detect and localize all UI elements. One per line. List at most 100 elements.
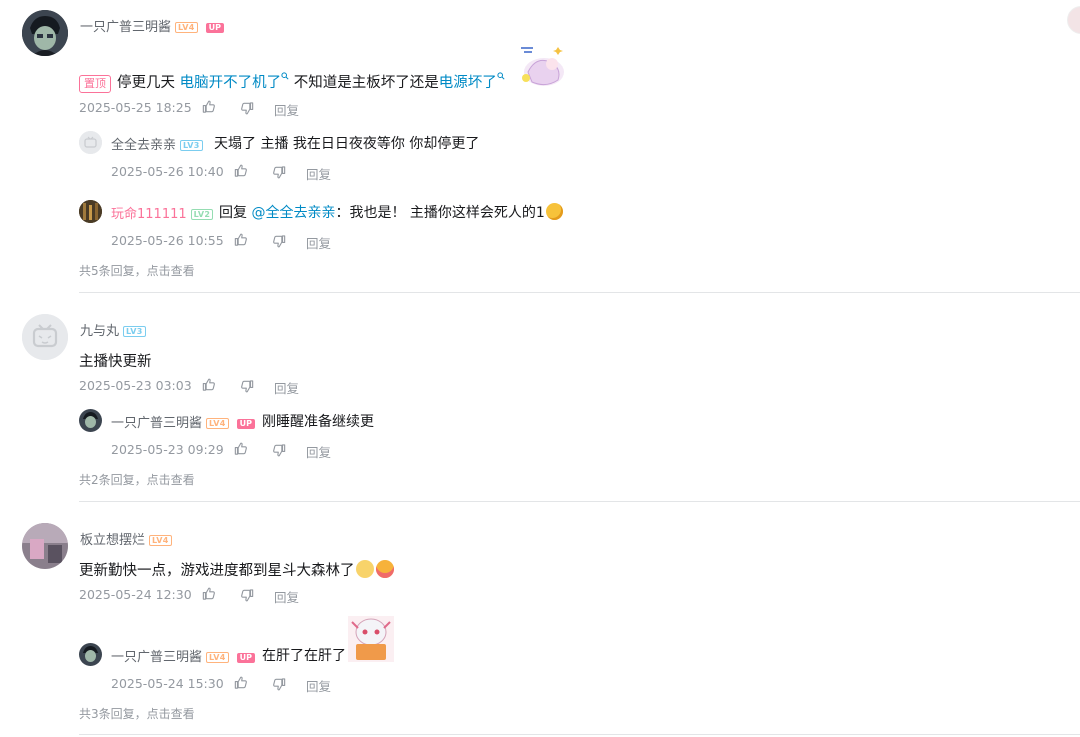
- comment-author[interactable]: 一只广普三明酱 LV4 UP: [80, 16, 225, 35]
- search-link-icon: [497, 72, 505, 80]
- level-badge: LV4: [206, 418, 229, 429]
- avatar[interactable]: [79, 409, 102, 432]
- comment-content: 更新勤快一点，游戏进度都到星斗大森林了: [79, 559, 394, 580]
- sticker-image: [518, 42, 568, 90]
- reply-author[interactable]: 玩命111111 LV2: [111, 203, 214, 222]
- username[interactable]: 板立想摆烂: [80, 533, 145, 548]
- dislike-icon: [240, 379, 255, 394]
- view-more-replies[interactable]: 共2条回复，点击查看: [79, 471, 195, 488]
- username[interactable]: 全全去亲亲: [111, 138, 176, 153]
- reply-button[interactable]: 回复: [274, 100, 299, 119]
- timestamp: 2025-05-26 10:40: [111, 164, 224, 179]
- like-button[interactable]: [233, 163, 248, 178]
- up-badge: UP: [205, 22, 225, 33]
- username[interactable]: 一只广普三明酱: [111, 650, 202, 665]
- avatar[interactable]: [22, 10, 68, 56]
- search-link[interactable]: 电源坏了: [439, 75, 505, 91]
- dislike-icon: [272, 234, 287, 249]
- view-more-replies[interactable]: 共3条回复，点击查看: [79, 705, 195, 722]
- dislike-icon: [240, 101, 255, 116]
- emoji-icon: [355, 560, 374, 578]
- dislike-button[interactable]: [272, 677, 287, 692]
- level-badge: LV3: [180, 140, 203, 151]
- divider: [79, 501, 1080, 502]
- timestamp: 2025-05-23 09:29: [111, 442, 224, 457]
- dislike-button[interactable]: [240, 588, 255, 603]
- dislike-button[interactable]: [272, 443, 287, 458]
- like-icon: [233, 232, 248, 247]
- reply-button[interactable]: 回复: [306, 676, 331, 695]
- like-icon: [233, 163, 248, 178]
- comment-author[interactable]: 九与丸 LV3: [80, 320, 146, 339]
- dislike-button[interactable]: [272, 234, 287, 249]
- dislike-button[interactable]: [272, 165, 287, 180]
- like-button[interactable]: [201, 377, 216, 392]
- dislike-icon: [272, 165, 287, 180]
- like-icon: [233, 441, 248, 456]
- level-badge: LV4: [206, 652, 229, 663]
- avatar[interactable]: [79, 131, 102, 154]
- timestamp: 2025-05-23 03:03: [79, 378, 192, 393]
- like-icon: [201, 377, 216, 392]
- comment-author[interactable]: 板立想摆烂 LV4: [80, 529, 172, 548]
- like-button[interactable]: [233, 232, 248, 247]
- emoji-icon: [375, 560, 394, 578]
- reply-button[interactable]: 回复: [274, 378, 299, 397]
- dislike-button[interactable]: [240, 379, 255, 394]
- reply-button[interactable]: 回复: [274, 587, 299, 606]
- reply-text: 刚睡醒准备继续更: [262, 414, 374, 430]
- pinned-badge: 置顶: [79, 75, 111, 93]
- search-link[interactable]: 电脑开不了机了: [180, 75, 290, 91]
- like-button[interactable]: [233, 675, 248, 690]
- avatar[interactable]: [22, 314, 68, 360]
- reply-button[interactable]: 回复: [306, 233, 331, 252]
- reply-text: 在肝了在肝了: [262, 648, 346, 664]
- dislike-button[interactable]: [240, 101, 255, 116]
- comment-text: 主播快更新: [79, 354, 152, 370]
- level-badge: LV2: [190, 209, 214, 220]
- avatar[interactable]: [79, 200, 102, 223]
- comment-meta: 2025-05-25 18:25: [79, 100, 192, 115]
- emoji-icon: [545, 203, 563, 220]
- username[interactable]: 一只广普三明酱: [111, 416, 202, 431]
- like-icon: [201, 99, 216, 114]
- timestamp: 2025-05-25 18:25: [79, 100, 192, 115]
- view-more-replies[interactable]: 共5条回复，点击查看: [79, 262, 195, 279]
- avatar[interactable]: [1067, 6, 1080, 34]
- timestamp: 2025-05-24 15:30: [111, 676, 224, 691]
- username[interactable]: 玩命111111: [111, 207, 187, 222]
- username[interactable]: 一只广普三明酱: [80, 20, 171, 35]
- mention-link[interactable]: @全全去亲亲: [251, 205, 335, 221]
- avatar[interactable]: [22, 523, 68, 569]
- reply-button[interactable]: 回复: [306, 164, 331, 183]
- username[interactable]: 九与丸: [80, 324, 119, 339]
- tv-placeholder-icon: [22, 314, 68, 360]
- level-badge: LV3: [123, 326, 146, 337]
- dislike-icon: [240, 588, 255, 603]
- reply-author[interactable]: 一只广普三明酱 LV4 UP: [111, 646, 256, 665]
- level-badge: LV4: [175, 22, 198, 33]
- comment-text: 更新勤快一点，游戏进度都到星斗大森林了: [79, 563, 355, 579]
- search-link-icon: [281, 72, 289, 80]
- avatar[interactable]: [79, 643, 102, 666]
- comment-text: 停更几天: [117, 75, 175, 91]
- like-button[interactable]: [233, 441, 248, 456]
- tv-placeholder-icon: [79, 131, 102, 154]
- up-badge: UP: [236, 652, 256, 663]
- dislike-icon: [272, 677, 287, 692]
- comment-content: 置顶 停更几天 电脑开不了机了 不知道是主板坏了还是电源坏了: [79, 71, 505, 93]
- timestamp: 2025-05-24 12:30: [79, 587, 192, 602]
- sticker-image: [346, 614, 396, 664]
- divider: [79, 292, 1080, 293]
- like-button[interactable]: [201, 586, 216, 601]
- reply-author[interactable]: 全全去亲亲 LV3: [111, 134, 203, 153]
- reply-button[interactable]: 回复: [306, 442, 331, 461]
- divider: [79, 734, 1080, 735]
- reply-text: 回复 @全全去亲亲：我也是！ 主播你这样会死人的1: [219, 202, 563, 222]
- reply-author[interactable]: 一只广普三明酱 LV4 UP: [111, 412, 256, 431]
- comment-text: 不知道是主板坏了还是: [293, 75, 439, 91]
- like-icon: [233, 675, 248, 690]
- reply-text: 天塌了 主播 我在日日夜夜等你 你却停更了: [214, 136, 480, 152]
- level-badge: LV4: [149, 535, 172, 546]
- like-button[interactable]: [201, 99, 216, 114]
